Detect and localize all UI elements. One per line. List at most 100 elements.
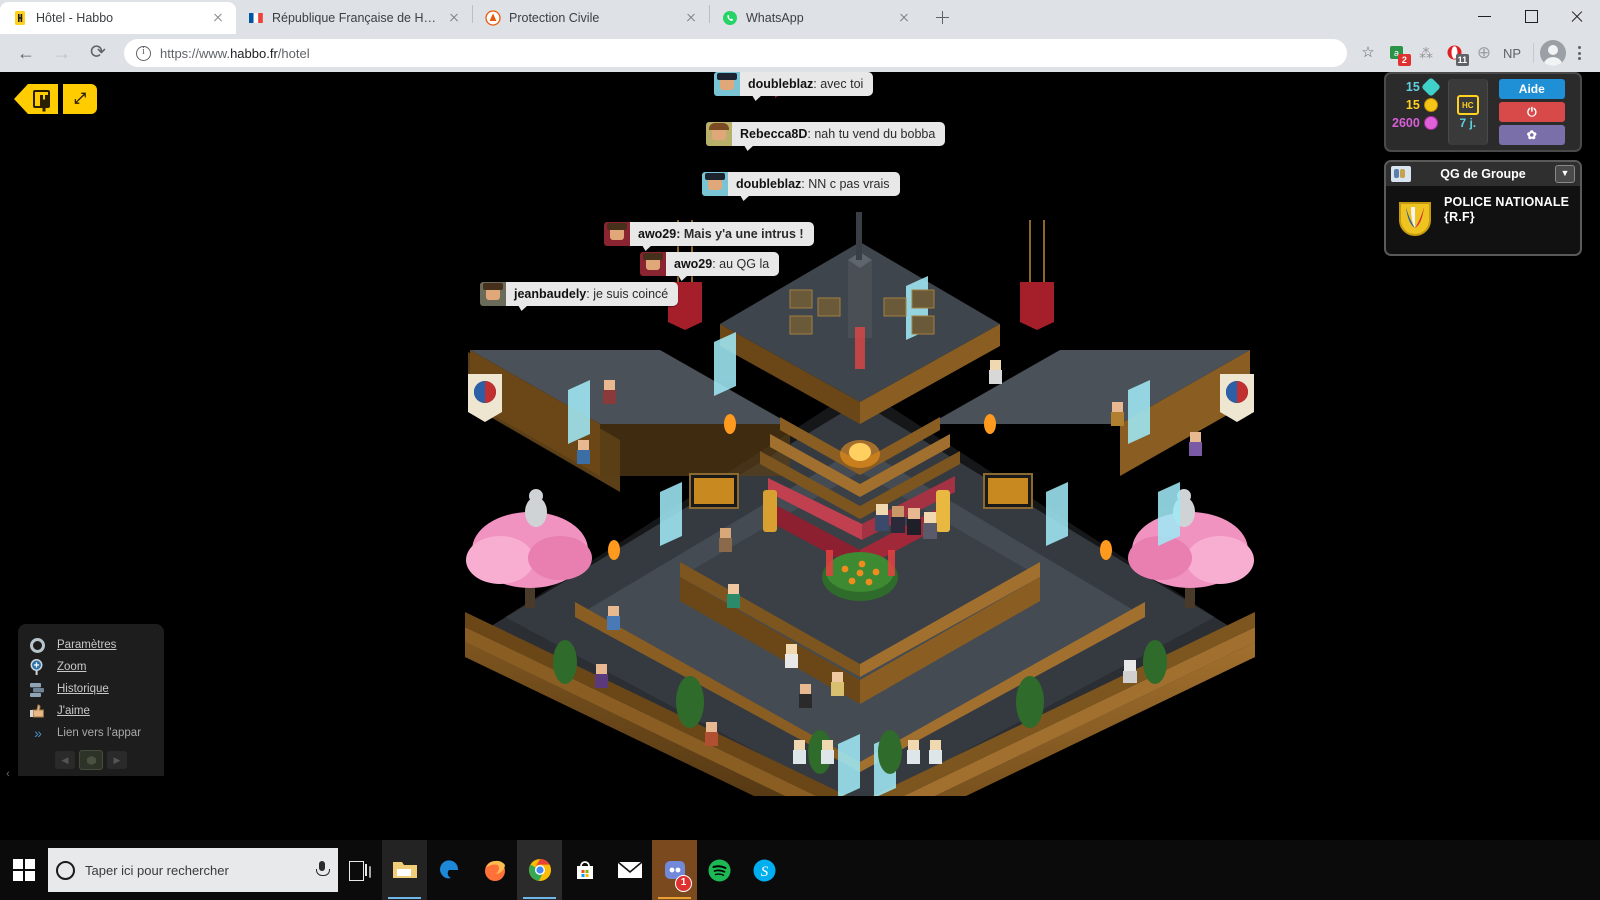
gray-hair-avatar [480, 282, 506, 306]
context-menu-item-like[interactable]: J'aime [18, 700, 164, 722]
target-extension-icon[interactable]: ⊕ [1471, 40, 1497, 66]
browser-tab-protection-civile[interactable]: Protection Civile [473, 2, 709, 34]
microsoft-store-taskbar-icon[interactable] [562, 840, 607, 900]
tophat-avatar [702, 172, 728, 196]
puzzle-extension-icon[interactable]: ⁂ [1413, 40, 1439, 66]
profile-name-label: NP [1502, 45, 1521, 61]
chat-message-text: avec toi [820, 77, 864, 91]
task-view-icon [349, 861, 371, 881]
chat-bubble-text: doubleblaz: NN c pas vrais [728, 172, 900, 196]
kebab-menu-icon[interactable] [1566, 40, 1592, 66]
start-button[interactable] [0, 840, 48, 900]
skype-taskbar-icon[interactable]: S [742, 840, 787, 900]
windows-logo-icon [13, 859, 35, 881]
exit-door-icon: ⏻ [1527, 105, 1537, 119]
close-icon[interactable] [683, 10, 699, 26]
civil-protection-icon [485, 10, 501, 26]
tab-title: Protection Civile [509, 11, 600, 25]
close-icon[interactable] [446, 10, 462, 26]
diamond-row[interactable]: 15 [1392, 77, 1441, 97]
habbo-home-button[interactable] [14, 84, 58, 114]
close-icon[interactable] [896, 10, 912, 26]
hc-section[interactable]: HC 7 j. [1447, 79, 1488, 145]
avatar[interactable] [1540, 40, 1566, 66]
right-arrow-icon[interactable]: ▶ [107, 751, 127, 769]
back-arrow-icon[interactable] [11, 38, 41, 68]
context-menu-label: Lien vers l'appar [57, 727, 142, 739]
context-menu-item-settings[interactable]: Paramètres [18, 634, 164, 656]
logout-button[interactable]: ⏻ [1498, 102, 1565, 122]
close-icon[interactable] [1554, 0, 1600, 32]
task-view-button[interactable] [338, 840, 382, 900]
firefox-taskbar-icon[interactable] [472, 840, 517, 900]
mail-taskbar-icon[interactable] [607, 840, 652, 900]
double-chevron-icon: » [34, 725, 42, 741]
ducket-icon [1423, 116, 1438, 130]
group-people-icon [1391, 166, 1411, 182]
chrome-taskbar-icon[interactable] [517, 840, 562, 900]
chat-bubble[interactable]: Rebecca8D: nah tu vend du bobba [706, 122, 946, 146]
forward-arrow-icon[interactable] [47, 38, 77, 68]
search-box[interactable]: Taper ici pour rechercher [48, 848, 338, 892]
chat-bubble[interactable]: awo29: Mais y'a une intrus ! [604, 222, 814, 246]
discord-taskbar-icon[interactable]: 1 [652, 840, 697, 900]
tab-strip: Hôtel - Habbo République Française de Ha… [0, 0, 1600, 34]
context-menu-item-zoom[interactable]: Zoom [18, 656, 164, 678]
maximize-icon[interactable] [1508, 0, 1554, 32]
gear-icon [28, 636, 48, 654]
expand-arrows-icon: ⤢ [73, 90, 86, 107]
context-menu-label: Zoom [57, 661, 87, 673]
fullscreen-button[interactable]: ⤢ [63, 84, 97, 114]
settings-button[interactable]: ✿ [1498, 125, 1565, 145]
star-icon[interactable]: ☆ [1355, 40, 1381, 66]
microphone-icon[interactable] [314, 860, 330, 880]
brown-hair-avatar [604, 222, 630, 246]
chat-bubble[interactable]: doubleblaz: NN c pas vrais [702, 172, 900, 196]
chat-bubble[interactable]: jeanbaudely: je suis coincé [480, 282, 679, 306]
reload-icon[interactable] [83, 38, 113, 68]
file-explorer-taskbar-icon[interactable] [382, 840, 427, 900]
room-cube-icon[interactable] [79, 750, 103, 770]
collapse-left-icon[interactable]: ‹ [2, 766, 14, 782]
adblock-extension-icon[interactable]: a 2 [1384, 40, 1411, 66]
chat-bubble[interactable]: awo29: au QG la [640, 252, 780, 276]
ducket-row[interactable]: 2600 [1392, 115, 1438, 131]
site-info-icon[interactable] [136, 45, 151, 61]
chevron-down-icon[interactable]: ▼ [1555, 165, 1575, 183]
context-menu-item-room-link[interactable]: » Lien vers l'appar [18, 722, 164, 744]
chat-username: awo29 [638, 227, 677, 241]
browser-tab-republique[interactable]: République Française de Habbo [236, 2, 472, 34]
help-button[interactable]: Aide [1498, 79, 1565, 99]
green-hair-avatar [706, 122, 732, 146]
diamond-count: 15 [1405, 80, 1420, 94]
browser-tab-habbo[interactable]: Hôtel - Habbo [0, 2, 236, 34]
address-bar[interactable]: https://www.habbo.fr/hotel [124, 39, 1347, 67]
left-arrow-icon[interactable]: ◀ [55, 751, 75, 769]
opera-vpn-extension-icon[interactable]: 11 [1442, 40, 1469, 66]
svg-text:S: S [761, 864, 769, 880]
credit-row[interactable]: 15 [1392, 97, 1438, 113]
chat-username: doubleblaz [736, 177, 802, 191]
habbo-game-viewport[interactable]: ⤢ doubleblaz: avec toi Rebecca8D: nah tu… [0, 72, 1600, 796]
group-panel-header: QG de Groupe ▼ [1386, 162, 1580, 186]
habbo-icon [12, 10, 28, 26]
close-icon[interactable] [210, 10, 226, 26]
spotify-taskbar-icon[interactable] [697, 840, 742, 900]
new-tab-button[interactable] [928, 3, 956, 31]
minimize-icon[interactable] [1462, 0, 1508, 32]
diamond-icon [1420, 77, 1441, 97]
police-nationale-badge [1394, 195, 1436, 237]
chat-bubble-text: awo29: Mais y'a une intrus ! [630, 222, 814, 246]
context-menu-item-history[interactable]: Historique [18, 678, 164, 700]
edge-taskbar-icon[interactable] [427, 840, 472, 900]
chat-bubble[interactable]: doubleblaz: avec toi [714, 72, 874, 96]
chat-message-text: je suis coincé [593, 287, 669, 301]
habbo-h-icon [33, 90, 50, 108]
chat-history-icon [28, 680, 48, 698]
french-flag-icon [248, 10, 264, 26]
browser-tab-whatsapp[interactable]: WhatsApp [710, 2, 922, 34]
group-panel: QG de Groupe ▼ POLICE NATIONALE {R.F} [1384, 160, 1582, 256]
notification-badge: 1 [675, 875, 692, 892]
currency-bar: 15 15 2600 HC 7 j. Aide ⏻ ✿ [1384, 72, 1582, 152]
magnifier-plus-icon [28, 658, 48, 676]
